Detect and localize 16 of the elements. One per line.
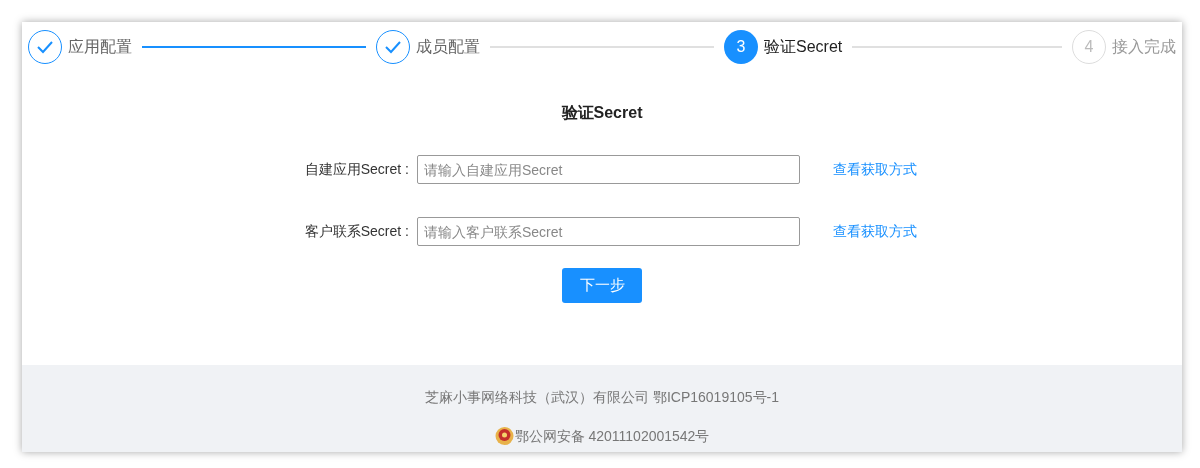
step-label: 验证Secret (764, 36, 843, 57)
help-link[interactable]: 查看获取方式 (833, 221, 917, 242)
secret-input[interactable]: 请输入客户联系Secret (417, 217, 800, 246)
footer-text: 芝麻小事网络科技（武汉）有限公司 鄂ICP16019105号-1 (425, 388, 779, 407)
next-button[interactable]: 下一步 (562, 268, 642, 303)
step-label: 成员配置 (416, 36, 480, 57)
step-label: 接入完成 (1112, 36, 1176, 57)
field-label: 自建应用Secret : (303, 160, 410, 179)
field-label: 客户联系Secret : (303, 222, 410, 241)
step-number: 3 (724, 29, 758, 64)
secret-input[interactable]: 请输入自建应用Secret (417, 155, 800, 184)
police-badge-icon (494, 426, 514, 446)
footer-text: 鄂公网安备 42011102001542号 (514, 427, 710, 446)
step-label: 应用配置 (68, 36, 132, 57)
form-title: 验证Secret (561, 103, 643, 123)
help-link[interactable]: 查看获取方式 (833, 159, 917, 180)
